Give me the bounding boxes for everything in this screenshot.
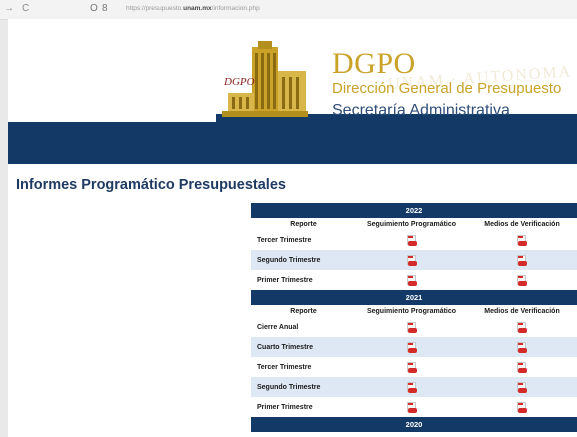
seguimiento-pdf-link[interactable] [406,341,417,353]
report-label: Segundo Trimestre [251,377,356,397]
table-row: Tercer Trimestre [251,230,577,250]
seguimiento-pdf-link[interactable] [406,361,417,373]
medios-pdf-link[interactable] [517,254,527,266]
report-label: Tercer Trimestre [257,236,312,244]
brand-secretaria: Secretaría Administrativa [332,102,510,119]
col-header-seguimiento: Seguimiento Programático [356,305,467,317]
page-content: DGPO UNAM · AUTONOMA D DGPO Dirección Ge… [8,19,577,437]
seguimiento-cell [356,377,467,397]
medios-cell [467,377,577,397]
report-label: Primer Trimestre [257,403,313,411]
seguimiento-cell [356,337,467,357]
report-label: Cuarto Trimestre [251,337,356,357]
medios-pdf-link[interactable] [517,321,527,333]
report-label: Primer Trimestre [257,276,313,284]
table-row: Cuarto Trimestre [251,337,577,357]
seguimiento-pdf-link[interactable] [406,234,417,246]
browser-toolbar: → C O 8 https://presupuesto.unam.mx/info… [0,0,577,20]
seguimiento-pdf-link[interactable] [406,321,417,333]
page-title: Informes Programático Presupuestales [16,177,286,193]
address-bar[interactable]: https://presupuesto.unam.mx/informacion.… [126,5,260,12]
reports-table: 2022 Reporte Seguimiento Programático Medio… [251,203,577,432]
col-header-medios: Medios de Verificación [467,305,577,317]
seguimiento-cell [356,250,467,270]
year-heading: 2020 [251,417,577,432]
seguimiento-cell [356,357,467,377]
header-navy-band [8,114,577,164]
col-header-seguimiento: Seguimiento Programático [356,218,467,230]
medios-pdf-link[interactable] [517,341,527,353]
medios-cell [467,230,577,250]
medios-cell [467,270,577,290]
table-row: Segundo Trimestre [251,377,577,397]
year-row: 2021 [251,290,577,305]
column-header-row: Reporte Seguimiento Programático Medios de… [251,305,577,317]
medios-pdf-link[interactable] [517,274,527,286]
report-label: Segundo Trimestre [251,250,356,270]
report-label: Cierre Anual [257,323,299,331]
brand-block: DGPO Dirección General de Presupuesto Se… [332,49,561,120]
medios-pdf-link[interactable] [517,381,527,393]
url-prefix: https://presupuesto. [126,5,184,12]
col-header-reporte: Reporte [251,305,356,317]
report-label: Tercer Trimestre [257,363,312,371]
brand-acronym: DGPO [332,47,416,80]
table-row: Primer Trimestre [251,270,577,290]
medios-cell [467,317,577,337]
table-row: Segundo Trimestre [251,250,577,270]
seguimiento-pdf-link[interactable] [406,401,417,413]
medios-pdf-link[interactable] [517,401,527,413]
column-header-row: Reporte Seguimiento Programático Medios de… [251,218,577,230]
url-suffix: /informacion.php [211,5,260,12]
seguimiento-cell [356,270,467,290]
seguimiento-pdf-link[interactable] [406,254,417,266]
seguimiento-cell [356,397,467,417]
seguimiento-pdf-link[interactable] [406,274,417,286]
medios-cell [467,357,577,377]
dgpo-logo[interactable]: DGPO [222,41,308,117]
medios-cell [467,337,577,357]
brand-name: Dirección General de Presupuesto [332,80,562,97]
reports-table-body: 2022 Reporte Seguimiento Programático Medio… [251,203,577,432]
medios-cell [467,250,577,270]
table-row: Cierre Anual [251,317,577,337]
medios-pdf-link[interactable] [517,234,527,246]
back-icon[interactable]: → [4,3,14,14]
medios-cell [467,397,577,417]
col-header-medios: Medios de Verificación [467,218,577,230]
year-heading: 2021 [251,290,577,305]
shield-icon[interactable]: O [90,3,98,14]
url-domain: unam.mx [183,5,212,12]
reload-icon[interactable]: C [22,3,29,14]
col-header-reporte: Reporte [251,218,356,230]
year-heading: 2022 [251,203,577,218]
logo-text: DGPO [223,76,255,88]
seguimiento-pdf-link[interactable] [406,381,417,393]
year-row: 2020 [251,417,577,432]
site-header: DGPO UNAM · AUTONOMA D DGPO Dirección Ge… [8,19,577,164]
table-row: Primer Trimestre [251,397,577,417]
medios-pdf-link[interactable] [517,361,527,373]
seguimiento-cell [356,230,467,250]
lock-icon[interactable]: 8 [102,3,108,14]
seguimiento-cell [356,317,467,337]
year-row: 2022 [251,203,577,218]
table-row: Tercer Trimestre [251,357,577,377]
